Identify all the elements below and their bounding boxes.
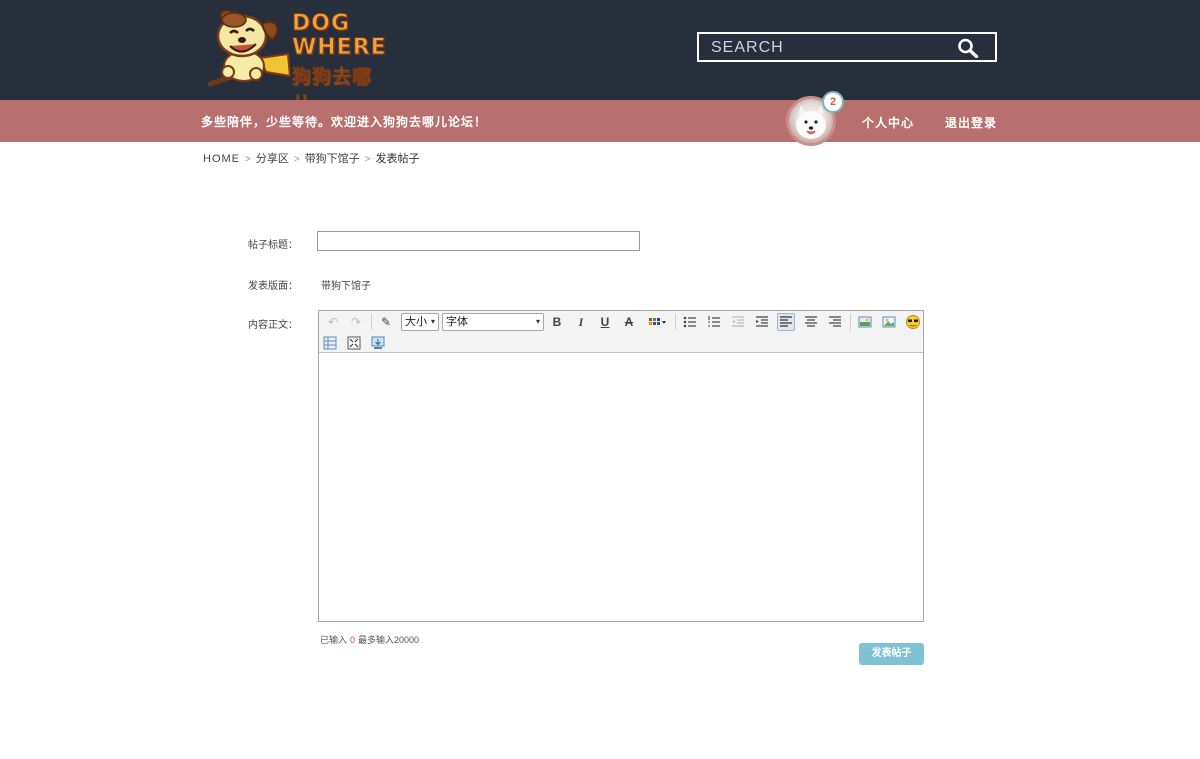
indent-icon[interactable] [753,313,771,331]
italic-icon[interactable]: I [572,313,590,331]
search-box [697,32,997,62]
post-title-label: 帖子标题： [248,240,298,251]
dog-mascot-icon [207,9,292,87]
fullscreen-icon[interactable] [345,334,363,352]
content-label: 内容正文： [248,320,298,331]
text-color-icon[interactable] [645,313,669,331]
notification-badge[interactable]: 2 [822,91,844,113]
font-family-select-value: 字体 [446,316,468,328]
align-left-icon[interactable] [777,313,795,331]
emoticon-icon[interactable] [904,313,922,331]
insert-image-icon[interactable] [880,313,898,331]
table-icon[interactable] [321,334,339,352]
breadcrumb-current: 发表帖子 [375,153,420,165]
image-icon[interactable] [856,313,874,331]
counter-limit: 最多输入20000 [358,635,420,645]
redo-icon[interactable]: ↷ [347,313,365,331]
chevron-down-icon: ▾ [430,317,435,326]
format-painter-icon[interactable]: ✎ [377,313,395,331]
submit-post-button[interactable]: 发表帖子 [859,643,924,665]
align-right-icon[interactable] [826,313,844,331]
breadcrumb-separator: > [364,154,371,165]
logo-word-dog: DOG [292,11,351,36]
breadcrumb-board[interactable]: 带狗下馆子 [305,153,360,165]
font-size-select-value: 大小 [405,316,427,328]
site-logo[interactable]: DOG WHERE 狗狗去哪儿 [200,6,390,115]
welcome-bar: 多些陪伴，少些等待。欢迎进入狗狗去哪儿论坛！ 2 个人中心 退出登录 [0,91,1200,146]
search-icon[interactable] [957,38,979,58]
breadcrumb-separator: > [293,154,300,165]
undo-icon[interactable]: ↶ [324,313,342,331]
toolbar-divider [371,314,372,330]
breadcrumb-home[interactable]: HOME [203,153,240,165]
profile-link[interactable]: 个人中心 [862,114,914,131]
underline-icon[interactable]: U [596,313,614,331]
toolbar-divider [675,314,676,330]
bold-icon[interactable]: B [548,313,566,331]
preview-icon[interactable] [369,334,387,352]
welcome-slogan: 多些陪伴，少些等待。欢迎进入狗狗去哪儿论坛！ [201,115,488,129]
align-center-icon[interactable] [802,313,820,331]
font-family-select[interactable]: 字体 ▾ [442,313,544,331]
font-size-select[interactable]: 大小 ▾ [401,313,439,331]
logout-link[interactable]: 退出登录 [945,114,997,131]
breadcrumb-separator: > [245,154,251,165]
ordered-list-icon[interactable] [705,313,723,331]
rich-text-editor: ↶ ↷ ✎ 大小 ▾ 字体 ▾ B I U A [318,310,924,622]
board-value: 带狗下馆子 [321,281,371,292]
site-header: DOG WHERE 狗狗去哪儿 [0,0,1200,115]
strikethrough-icon[interactable]: A [620,313,638,331]
post-title-input[interactable] [317,231,640,251]
board-label: 发表版面： [248,281,298,292]
unordered-list-icon[interactable] [681,313,699,331]
counter-value: 0 [350,635,356,645]
chevron-down-icon: ▾ [535,317,540,326]
editor-toolbar: ↶ ↷ ✎ 大小 ▾ 字体 ▾ B I U A [319,311,923,353]
character-counter: 已输入 0 最多输入20000 [320,633,419,646]
breadcrumb-share-zone[interactable]: 分享区 [256,153,289,165]
counter-prefix: 已输入 [320,635,348,645]
outdent-icon[interactable] [729,313,747,331]
editor-content-area[interactable] [319,354,923,621]
search-input[interactable] [711,38,951,58]
logo-word-where: WHERE [292,35,387,60]
breadcrumb: HOME > 分享区 > 带狗下馆子 > 发表帖子 [203,150,420,166]
toolbar-divider [850,314,851,330]
